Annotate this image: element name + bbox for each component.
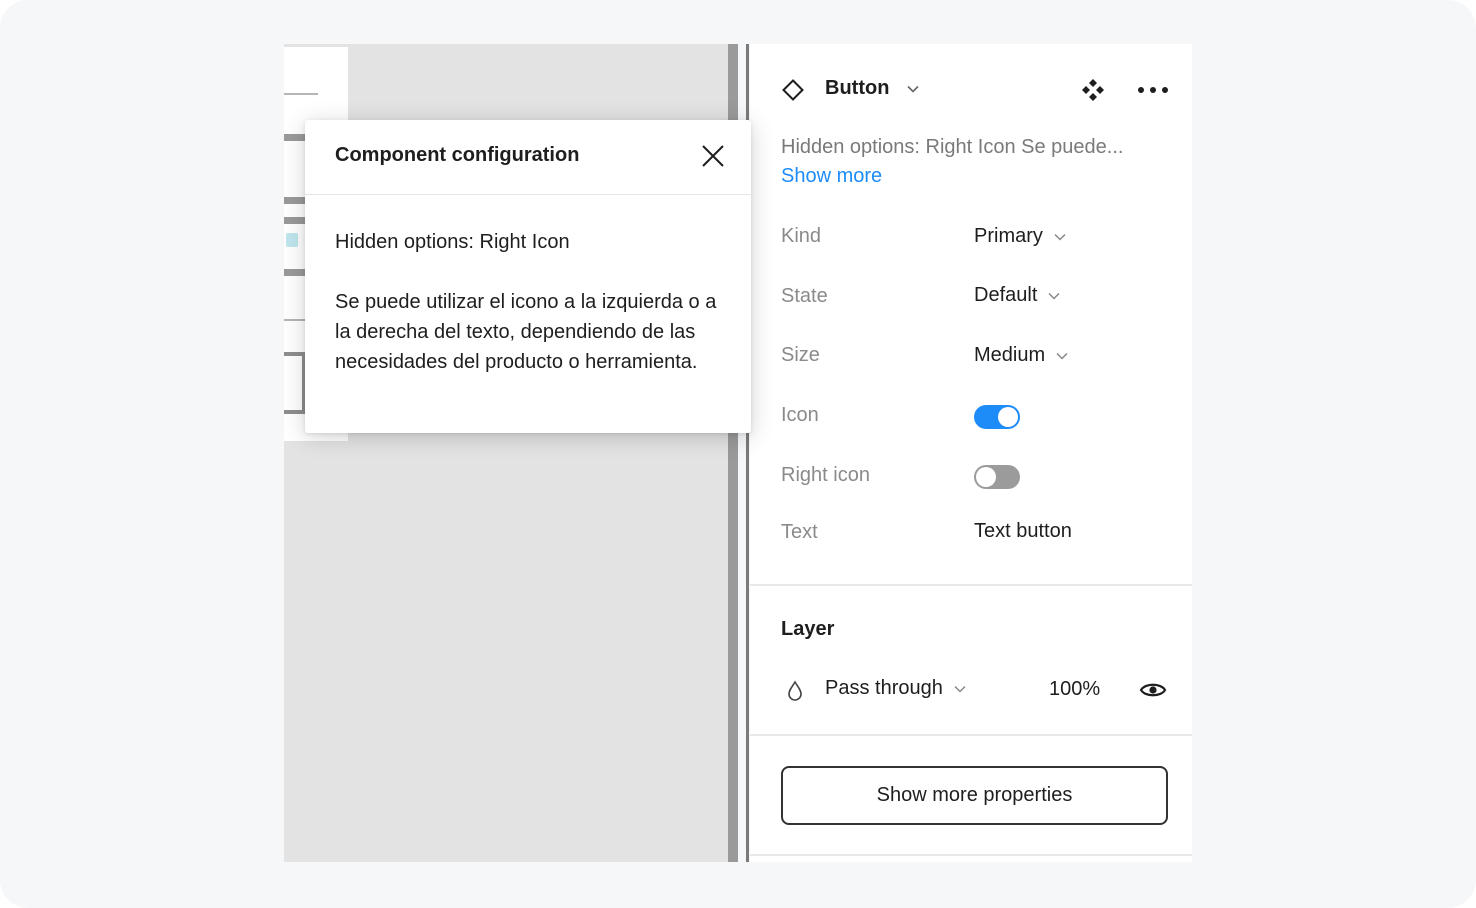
prop-label-kind: Kind [781,225,822,247]
popover-title: Component configuration [335,144,580,166]
chevron-down-icon [954,685,966,693]
popover-divider [305,194,751,195]
prop-select-state[interactable]: Default [974,284,1061,307]
properties-panel: Button Hidden options: Right Icon Se pue… [750,44,1192,862]
prop-input-text[interactable]: Text button [974,520,1072,543]
popover-body: Hidden options: Right Icon Se puede util… [335,227,727,377]
canvas-line [284,319,306,321]
blend-mode-select[interactable]: Pass through [825,677,967,700]
drop-icon [788,680,802,701]
popover-line-hidden-options: Hidden options: Right Icon [335,231,570,253]
right-icon-toggle[interactable] [974,465,1020,489]
toggle-knob [976,467,996,487]
chevron-down-icon [1056,352,1068,360]
app-frame: Button Hidden options: Right Icon Se pue… [0,0,1476,908]
section-divider [750,584,1192,586]
more-icon[interactable] [1136,80,1170,100]
component-description: Hidden options: Right Icon Se puede... [781,136,1124,158]
chevron-down-icon [1048,292,1060,300]
prop-value-state: Default [974,284,1038,306]
canvas-frame-box [284,352,306,414]
popover-line-description: Se puede utilizar el icono a la izquierd… [335,291,717,373]
prop-label-state: State [781,285,828,307]
close-icon[interactable] [701,144,725,168]
component-configuration-popover: Component configuration Hidden options: … [305,120,751,433]
chevron-down-icon[interactable] [906,82,920,96]
prop-label-size: Size [781,344,820,366]
chevron-down-icon [1054,233,1066,241]
four-diamond-icon[interactable] [1081,78,1105,102]
toggle-knob [998,407,1018,427]
show-more-properties-button[interactable]: Show more properties [781,766,1168,825]
blend-mode-value: Pass through [825,677,943,699]
canvas-thumbnail [286,233,298,247]
eye-icon[interactable] [1139,679,1167,701]
canvas-line [284,197,306,204]
prop-select-size[interactable]: Medium [974,344,1069,367]
prop-value-kind: Primary [974,225,1043,247]
prop-label-icon: Icon [781,404,819,426]
canvas-line [284,217,306,224]
prop-label-right-icon: Right icon [781,464,870,486]
section-divider [750,734,1192,736]
prop-label-text: Text [781,521,818,543]
section-divider [750,854,1192,856]
diamond-icon [782,79,804,101]
prop-select-kind[interactable]: Primary [974,225,1067,248]
panel-header: Button [750,44,1192,134]
layer-section-title: Layer [781,618,835,640]
show-more-link[interactable]: Show more [781,165,882,188]
canvas-line [284,134,306,141]
prop-value-text: Text button [974,520,1072,542]
component-name[interactable]: Button [825,77,889,100]
canvas-line [284,269,306,276]
canvas-line [284,93,318,95]
opacity-input[interactable]: 100% [1049,678,1100,701]
prop-value-size: Medium [974,344,1046,366]
icon-toggle[interactable] [974,405,1020,429]
